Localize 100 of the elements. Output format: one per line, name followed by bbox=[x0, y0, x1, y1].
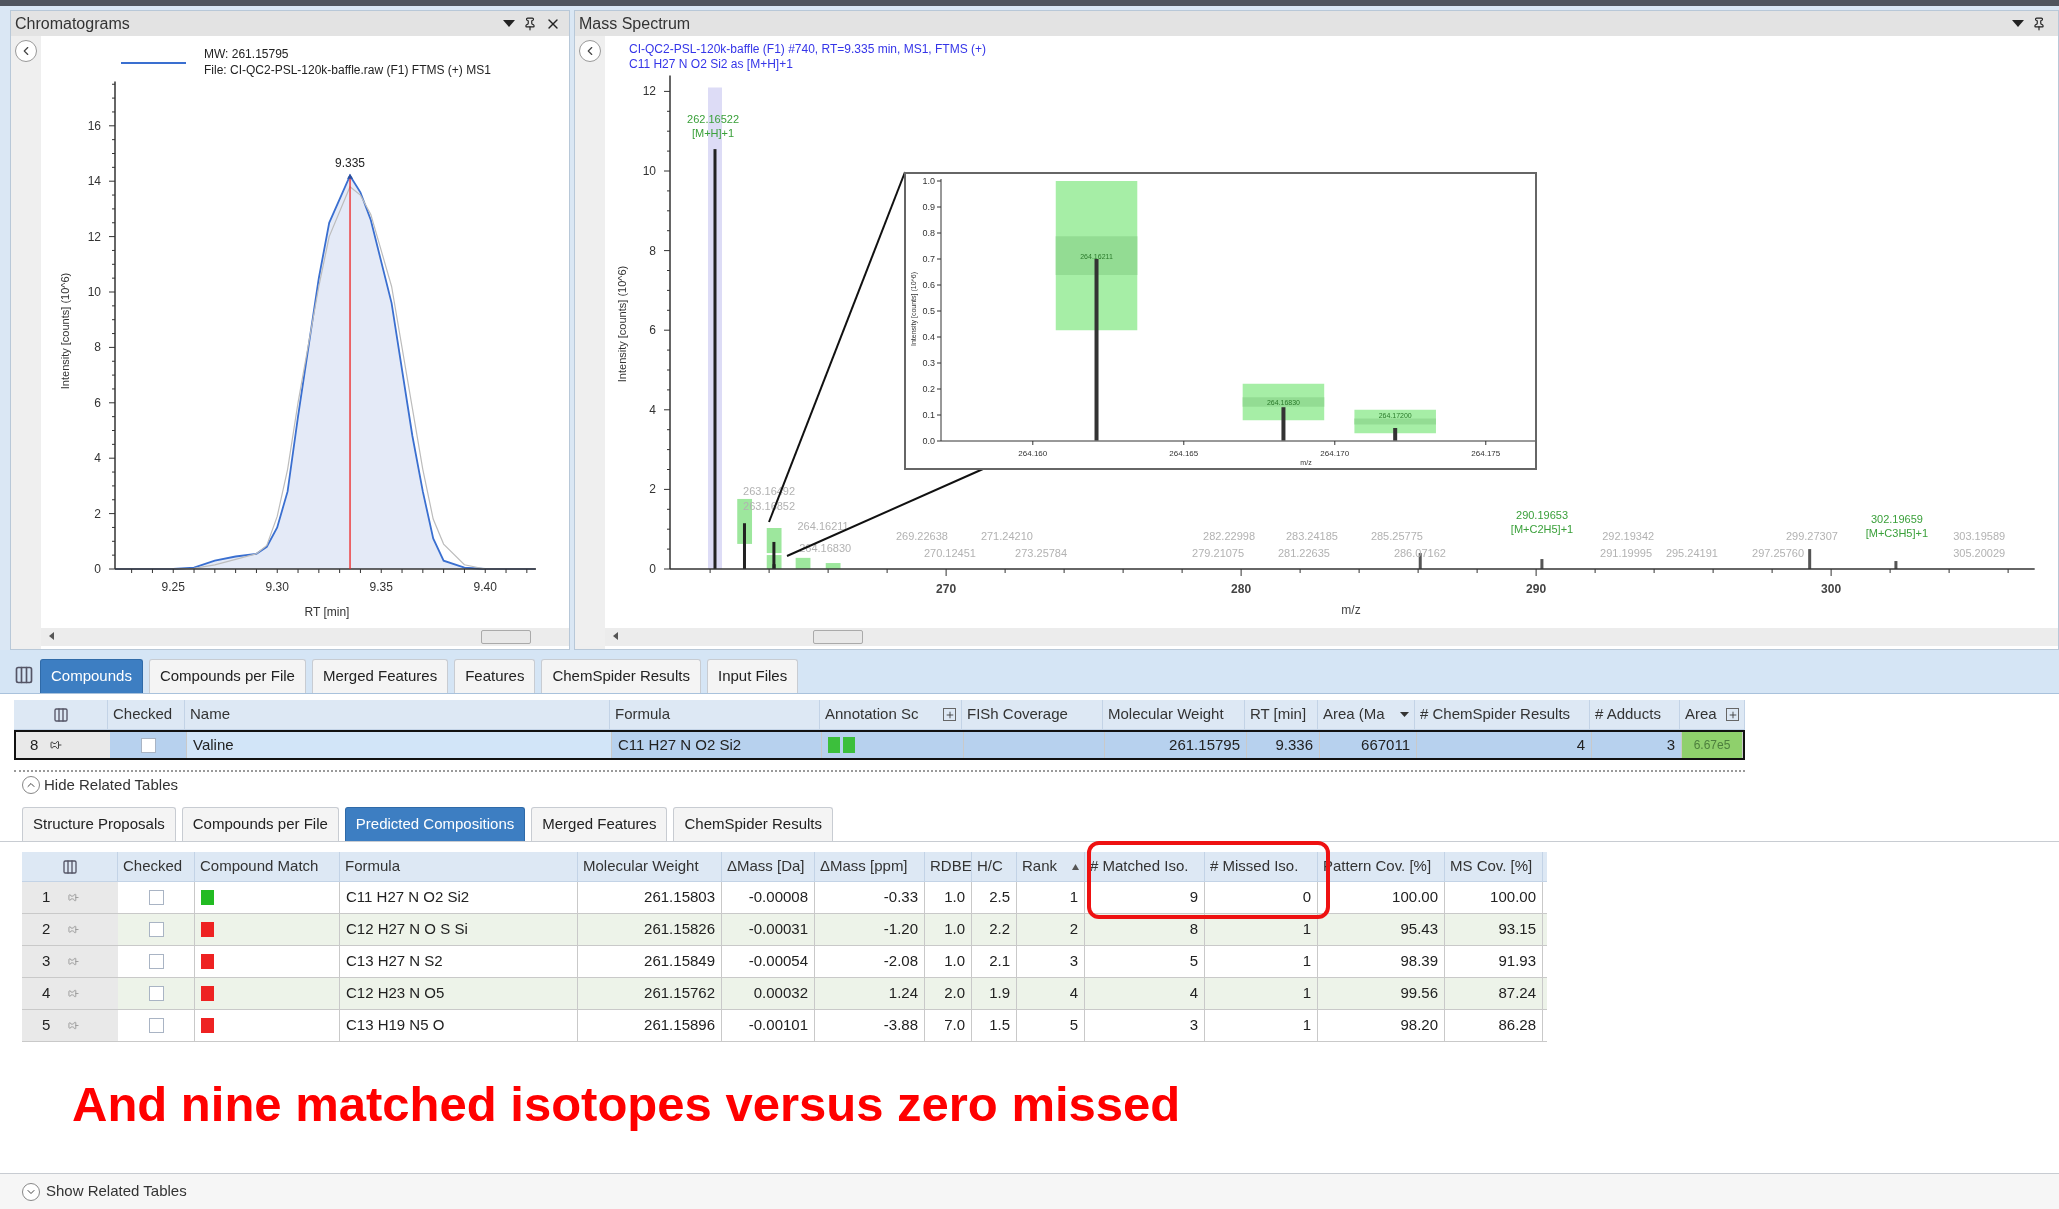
dropdown-icon[interactable] bbox=[503, 19, 515, 28]
table-cell: 95.43 bbox=[1318, 914, 1445, 945]
axis-tick-label: 0.1 bbox=[922, 410, 935, 420]
spectrum-peak bbox=[1281, 407, 1286, 441]
column-header[interactable]: Annotation Sc bbox=[820, 700, 962, 729]
table-cell: 98.20 bbox=[1318, 1010, 1445, 1041]
column-header[interactable]: # ChemSpider Results bbox=[1415, 700, 1590, 729]
show-related-tables-link[interactable]: Show Related Tables bbox=[46, 1180, 187, 1203]
checkbox[interactable] bbox=[148, 986, 164, 1001]
horizontal-scrollbar[interactable] bbox=[41, 628, 569, 646]
pin-icon[interactable] bbox=[2032, 16, 2046, 31]
table-row[interactable]: 8 Valine C11 H27 N O2 Si2 261.15795 9.336 667011 4 3 6.67e5 bbox=[14, 730, 1745, 760]
column-header[interactable]: FISh Coverage bbox=[962, 700, 1103, 729]
tab[interactable]: Merged Features bbox=[311, 659, 449, 693]
column-header[interactable]: ΔMass [Da] bbox=[722, 852, 815, 881]
column-header[interactable]: ΔMass [ppm] bbox=[815, 852, 925, 881]
tab[interactable]: Features bbox=[454, 659, 536, 693]
expand-icon[interactable] bbox=[1726, 708, 1739, 721]
checkbox[interactable] bbox=[148, 954, 164, 969]
back-button[interactable] bbox=[579, 40, 601, 62]
spectrum-header-text: C11 H27 N O2 Si2 as [M+H]+1 bbox=[629, 57, 793, 71]
axis-tick-label: 264.175 bbox=[1471, 449, 1501, 458]
table-cell: 100.00 bbox=[1318, 882, 1445, 913]
adduct-label: [M+C3H5]+1 bbox=[1865, 527, 1929, 540]
axis-tick-label: 0.0 bbox=[922, 436, 935, 446]
axis-tick-label: 264.170 bbox=[1320, 449, 1350, 458]
table-icon[interactable] bbox=[14, 665, 34, 685]
spectrum-peak bbox=[1808, 549, 1812, 569]
expand-button[interactable] bbox=[22, 1182, 40, 1201]
table-cell: 1 bbox=[1017, 882, 1085, 913]
column-header[interactable]: Checked bbox=[118, 852, 195, 881]
hide-related-tables-link[interactable]: Hide Related Tables bbox=[44, 773, 178, 797]
scroll-left-icon[interactable] bbox=[49, 632, 54, 640]
axis-tick-label: 10 bbox=[87, 285, 101, 299]
axis-tick-label: 0.4 bbox=[922, 332, 935, 342]
column-header[interactable]: Area (Ma bbox=[1318, 700, 1415, 729]
table-cell: 2.2 bbox=[972, 914, 1017, 945]
axis-tick-label: 2 bbox=[94, 506, 101, 521]
pin-icon[interactable] bbox=[50, 739, 63, 751]
peak-label: 262.16522 bbox=[687, 113, 740, 126]
column-header[interactable]: Formula bbox=[610, 700, 820, 729]
column-header[interactable]: Molecular Weight bbox=[578, 852, 722, 881]
pin-icon[interactable] bbox=[523, 16, 537, 31]
tab[interactable]: Merged Features bbox=[531, 807, 668, 841]
column-header[interactable]: Formula bbox=[340, 852, 578, 881]
scrollbar-thumb[interactable] bbox=[481, 630, 531, 644]
peak-label: 281.22635 bbox=[1277, 547, 1330, 560]
column-chooser-icon[interactable] bbox=[61, 858, 78, 875]
collapse-button[interactable] bbox=[22, 776, 40, 794]
checkbox[interactable] bbox=[148, 890, 164, 905]
tab[interactable]: ChemSpider Results bbox=[541, 659, 701, 693]
column-header[interactable]: Molecular Weight bbox=[1103, 700, 1245, 729]
axis-tick-label: 2 bbox=[649, 482, 656, 497]
dropdown-icon[interactable] bbox=[1400, 711, 1409, 718]
checkbox[interactable] bbox=[148, 922, 164, 937]
sort-icon[interactable] bbox=[1072, 863, 1079, 870]
checkbox[interactable] bbox=[140, 737, 156, 753]
scrollbar-thumb[interactable] bbox=[813, 630, 863, 644]
column-chooser-icon[interactable] bbox=[52, 706, 69, 723]
column-header[interactable]: # Adducts bbox=[1590, 700, 1680, 729]
back-button[interactable] bbox=[15, 40, 37, 62]
column-header[interactable]: Rank bbox=[1017, 852, 1085, 881]
table-cell: 4 bbox=[1085, 978, 1205, 1009]
panel-title: Chromatograms bbox=[15, 13, 131, 34]
axis-tick-label: 280 bbox=[1231, 582, 1252, 596]
column-header[interactable]: Area bbox=[1680, 700, 1745, 729]
table-cell: 5 bbox=[1085, 946, 1205, 977]
table-cell: 0 bbox=[1205, 882, 1318, 913]
tab[interactable]: Predicted Compositions bbox=[344, 807, 526, 841]
peak-label: 297.25760 bbox=[1752, 547, 1804, 560]
tab[interactable]: Compounds per File bbox=[148, 659, 306, 693]
column-header[interactable]: Compound Match bbox=[195, 852, 340, 881]
expand-icon[interactable] bbox=[943, 708, 956, 721]
checkbox[interactable] bbox=[148, 1018, 164, 1033]
horizontal-scrollbar[interactable] bbox=[605, 628, 2058, 646]
column-header[interactable]: Checked bbox=[108, 700, 185, 729]
tab[interactable]: Compounds per File bbox=[181, 807, 339, 841]
column-header[interactable]: Name bbox=[185, 700, 610, 729]
column-header[interactable]: # Missed Iso. bbox=[1205, 852, 1318, 881]
tab[interactable]: Compounds bbox=[40, 659, 143, 693]
column-header[interactable]: RT [min] bbox=[1245, 700, 1318, 729]
column-header[interactable]: RDBE bbox=[925, 852, 972, 881]
column-header[interactable]: H/C bbox=[972, 852, 1017, 881]
table-cell: 1 bbox=[1205, 978, 1318, 1009]
tab[interactable]: Input Files bbox=[706, 659, 799, 693]
row-number: 4 bbox=[42, 983, 51, 1004]
tab[interactable]: ChemSpider Results bbox=[673, 807, 834, 841]
column-header[interactable]: MS Cov. [%] bbox=[1445, 852, 1543, 881]
table-cell: 6.67e5 bbox=[1682, 732, 1743, 758]
spectrum-peak bbox=[1894, 561, 1898, 569]
axis-tick-label: 6 bbox=[94, 395, 101, 410]
table-cell: 9.336 bbox=[1247, 732, 1320, 758]
dropdown-icon[interactable] bbox=[2012, 19, 2024, 28]
axis-tick-label: 9.25 bbox=[161, 580, 185, 594]
scroll-left-icon[interactable] bbox=[613, 632, 618, 640]
panel-title: Mass Spectrum bbox=[579, 13, 692, 34]
table-cell: 1.9 bbox=[972, 978, 1017, 1009]
table-cell: 87.24 bbox=[1445, 978, 1543, 1009]
tab[interactable]: Structure Proposals bbox=[22, 807, 176, 841]
axis-tick-label: 8 bbox=[649, 243, 656, 258]
